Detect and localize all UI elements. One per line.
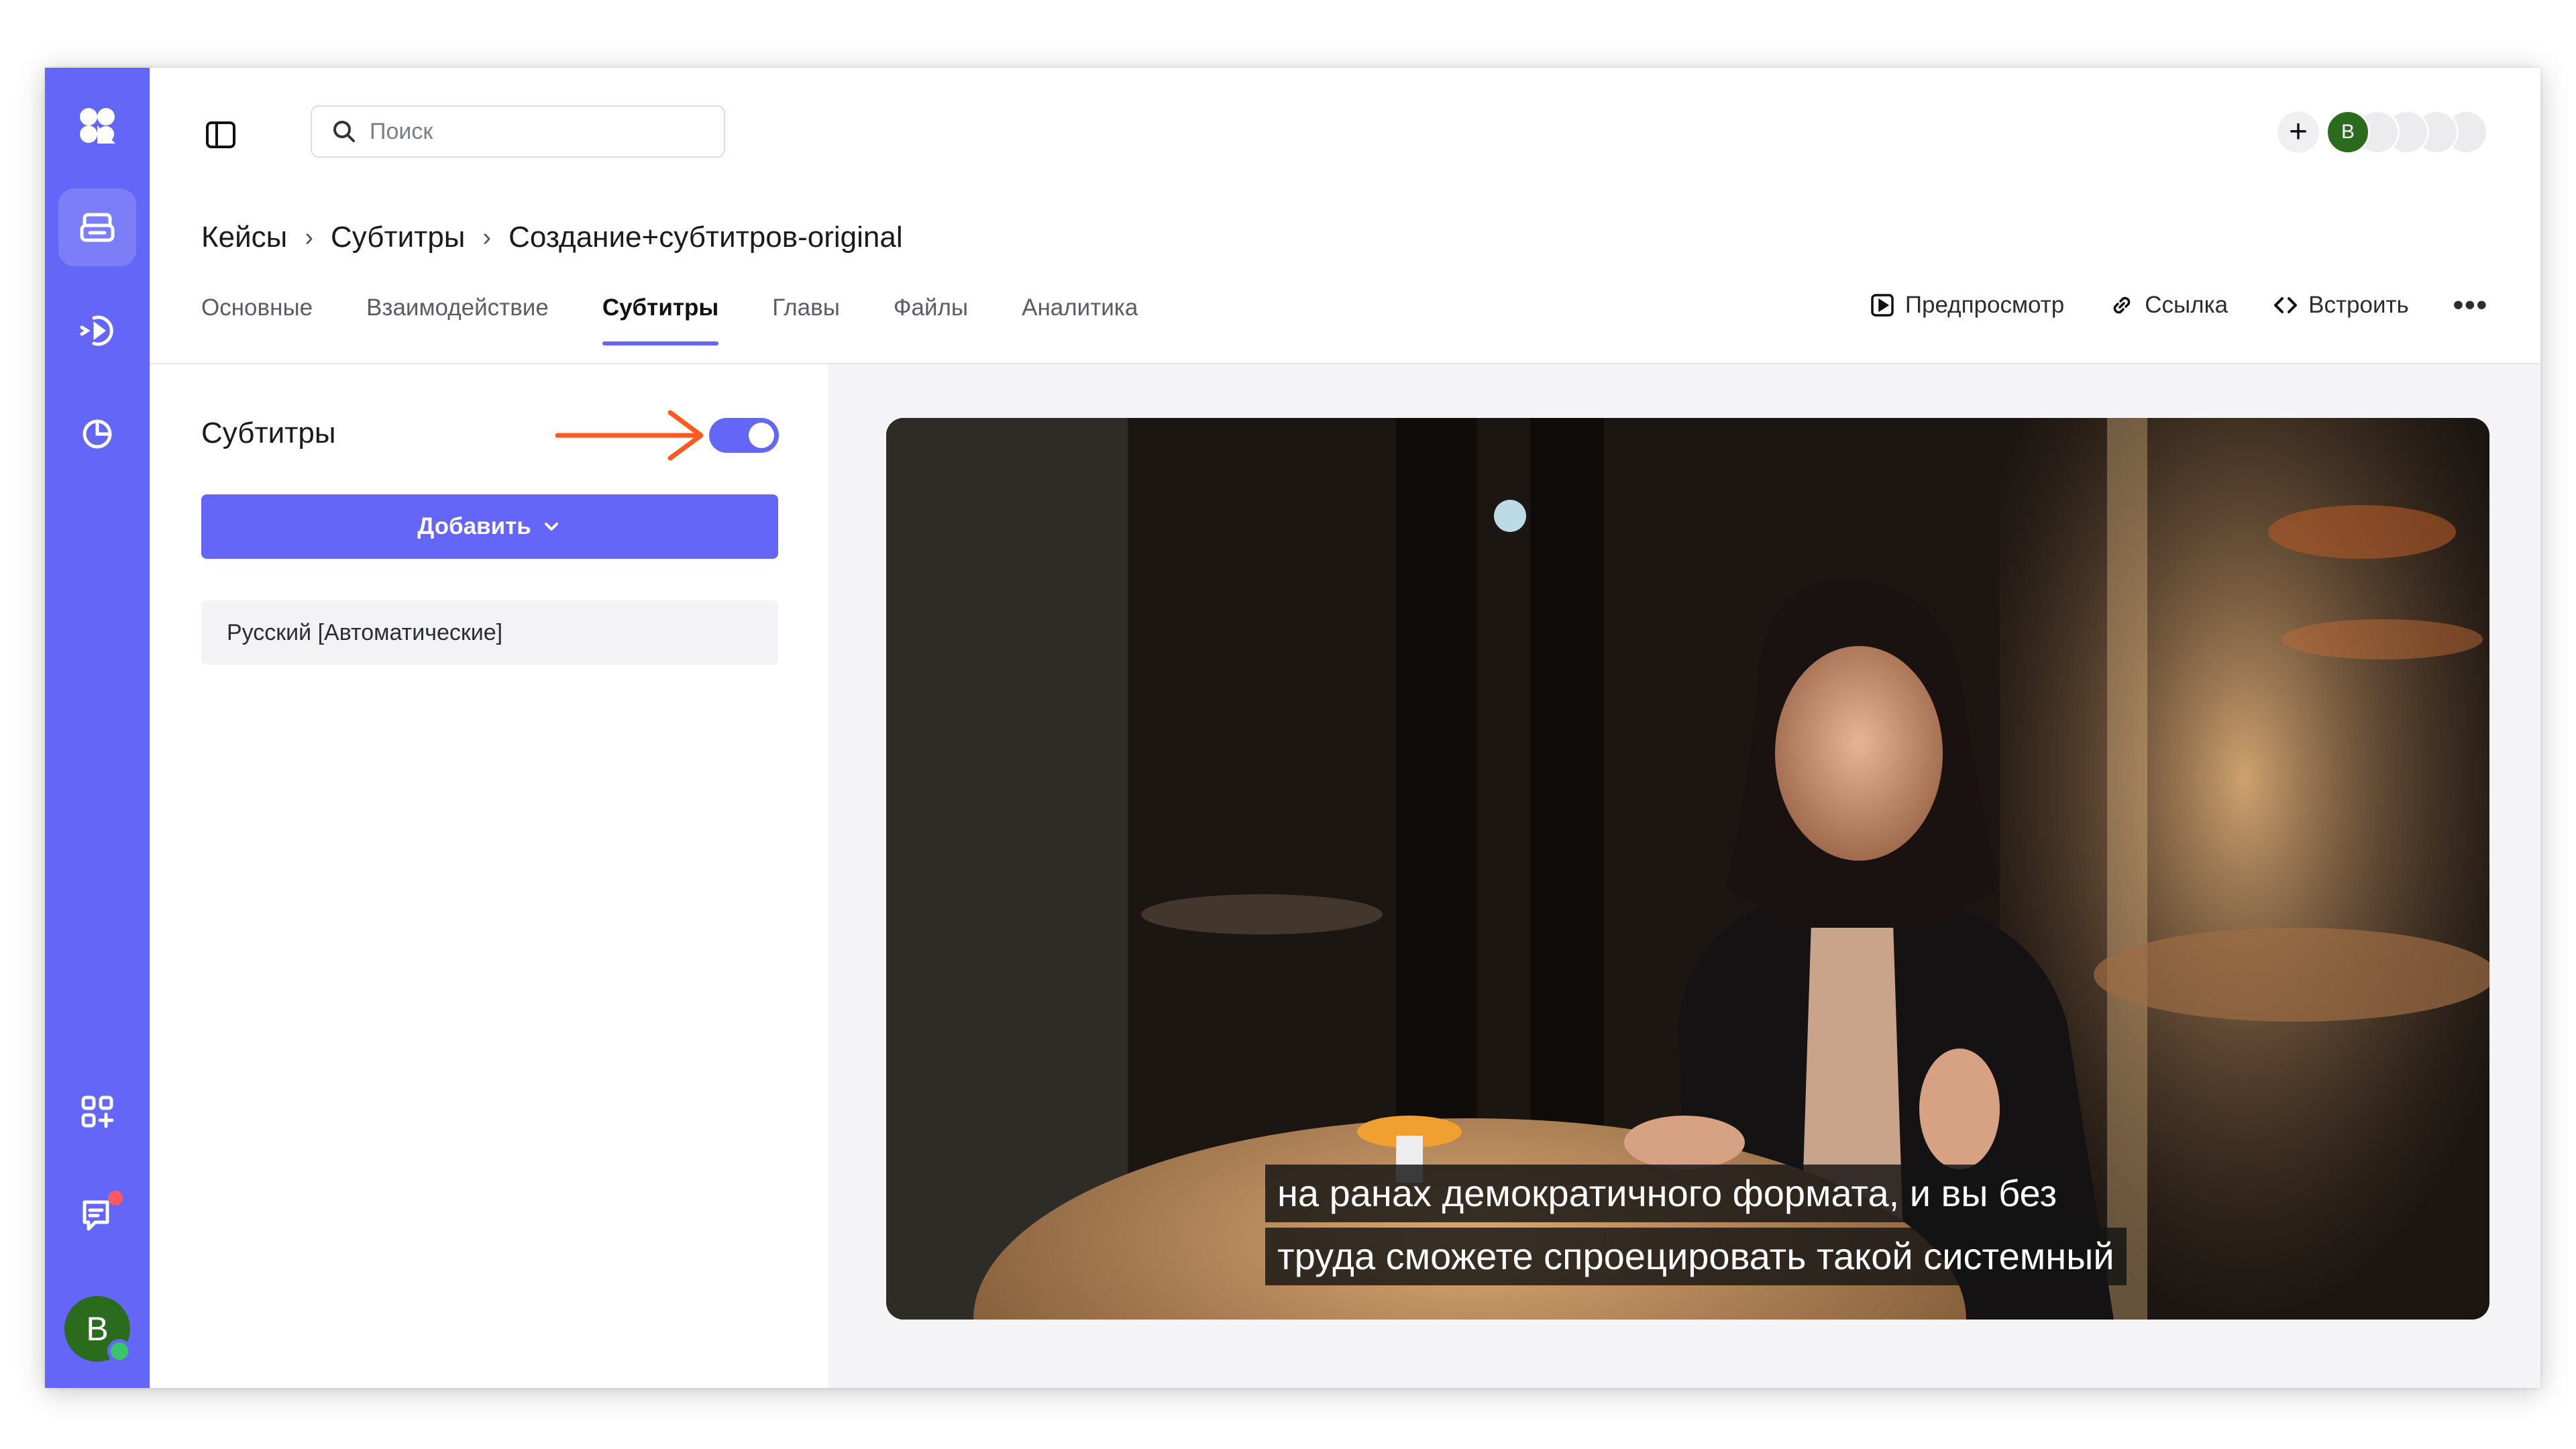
link-icon xyxy=(2113,297,2131,314)
embed-label: Встроить xyxy=(2308,292,2409,318)
search-input[interactable]: Поиск xyxy=(311,105,725,158)
subtitle-track-item[interactable]: Русский [Автоматические] xyxy=(201,600,778,665)
tab-analytics[interactable]: Аналитика xyxy=(1022,294,1138,345)
video-player[interactable]: на ранах демократичного формата, и вы бе… xyxy=(886,418,2489,1320)
chevron-right-icon: › xyxy=(305,223,313,252)
top-right-controls: + B xyxy=(2277,110,2488,154)
tab-main[interactable]: Основные xyxy=(201,294,313,345)
online-status-dot xyxy=(107,1339,131,1363)
tab-chapters[interactable]: Главы xyxy=(772,294,840,345)
subtitles-toggle[interactable] xyxy=(709,418,779,453)
broadcast-icon[interactable] xyxy=(58,292,136,370)
chat-icon[interactable] xyxy=(58,1176,136,1254)
subtitles-panel: Субтитры Добавить Русский [Автоматически… xyxy=(150,364,828,1388)
subtitles-title: Субтитры xyxy=(201,417,336,449)
search-placeholder: Поиск xyxy=(370,118,433,144)
header-actions: Предпросмотр Ссылка Встроить ••• xyxy=(1825,290,2488,320)
avatar-letter: B xyxy=(86,1310,109,1348)
tab-files[interactable]: Файлы xyxy=(894,294,968,345)
app-window: B Поиск + B Кейсы › Субтитры › Создание+… xyxy=(45,68,2540,1388)
arrow-annotation-icon xyxy=(555,410,704,461)
video-captions: на ранах демократичного формата, и вы бе… xyxy=(1265,1165,2127,1291)
embed-button[interactable]: Встроить xyxy=(2272,292,2409,319)
play-square-icon xyxy=(1871,294,1894,317)
toggle-knob xyxy=(749,423,774,448)
breadcrumb-item-subtitles[interactable]: Субтитры xyxy=(331,221,465,254)
caption-line: труда сможете спроецировать такой систем… xyxy=(1265,1228,2127,1285)
add-button-label: Добавить xyxy=(417,513,531,539)
caption-line: на ранах демократичного формата, и вы бе… xyxy=(1265,1165,2070,1222)
tab-subtitles[interactable]: Субтитры xyxy=(602,294,719,345)
header-user-avatar[interactable]: B xyxy=(2326,110,2370,154)
more-options-icon[interactable]: ••• xyxy=(2453,290,2488,320)
tab-interaction[interactable]: Взаимодействие xyxy=(366,294,549,345)
left-rail: B xyxy=(45,68,150,1388)
preview-label: Предпросмотр xyxy=(1904,292,2065,318)
breadcrumb-item-cases[interactable]: Кейсы xyxy=(201,221,287,254)
search-icon xyxy=(333,121,355,142)
breadcrumb: Кейсы › Субтитры › Создание+субтитров-or… xyxy=(201,221,903,254)
link-button[interactable]: Ссылка xyxy=(2108,292,2228,319)
logo-icon[interactable] xyxy=(58,87,136,164)
media-library-icon[interactable] xyxy=(58,189,136,266)
preview-area: на ранах демократичного формата, и вы бе… xyxy=(828,364,2540,1388)
link-label: Ссылка xyxy=(2145,292,2229,318)
subtitle-track-label: Русский [Автоматические] xyxy=(227,619,503,645)
top-bar: Поиск + B xyxy=(150,68,2540,195)
analytics-icon[interactable] xyxy=(58,395,136,473)
apps-add-icon[interactable] xyxy=(58,1073,136,1150)
user-avatar[interactable]: B xyxy=(64,1296,131,1363)
sidebar-toggle-icon[interactable] xyxy=(202,116,239,154)
add-subtitles-button[interactable]: Добавить xyxy=(201,494,778,559)
chevron-down-icon xyxy=(544,523,558,531)
chevron-right-icon: › xyxy=(482,223,492,252)
notification-dot xyxy=(108,1191,123,1205)
tab-bar: Основные Взаимодействие Субтитры Главы Ф… xyxy=(201,294,1191,345)
create-button[interactable]: + xyxy=(2277,111,2319,153)
preview-button[interactable]: Предпросмотр xyxy=(1869,292,2064,319)
code-icon xyxy=(2274,297,2298,313)
breadcrumb-item-current: Создание+субтитров-original xyxy=(508,221,903,254)
header-avatar-letter: B xyxy=(2341,121,2355,143)
